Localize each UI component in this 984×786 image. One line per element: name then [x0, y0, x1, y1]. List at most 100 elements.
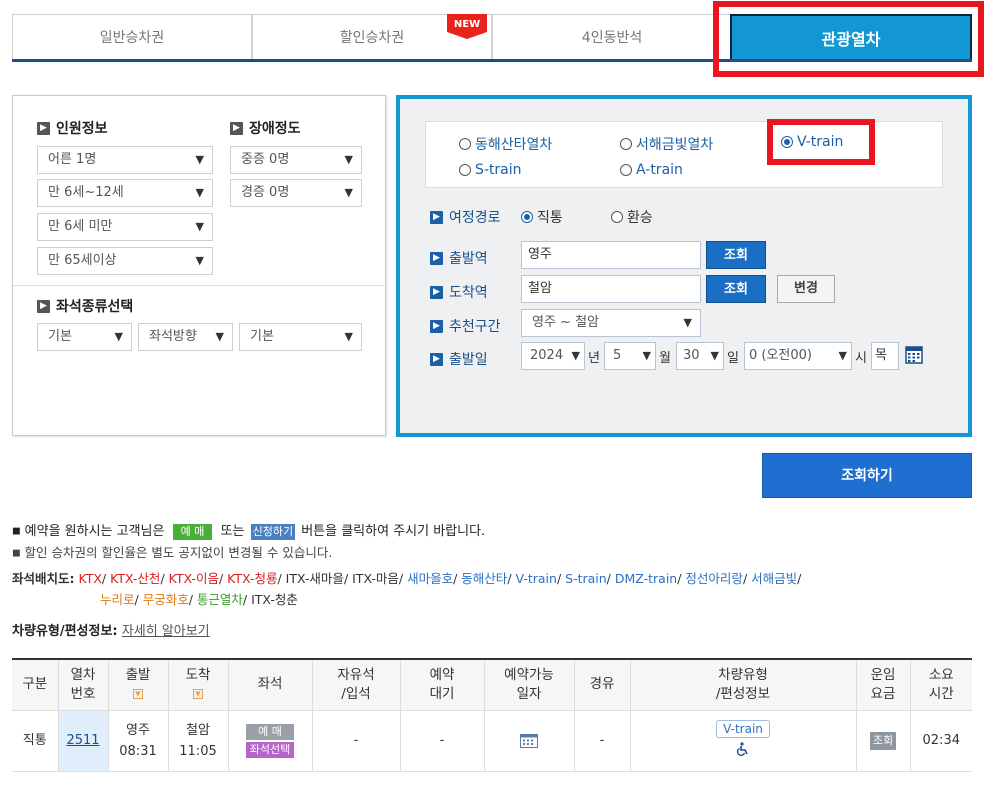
adult-count-select[interactable]: 어른 1명 ▼: [37, 146, 213, 174]
radio-a-train[interactable]: A-train: [620, 162, 683, 178]
button-label: 조회하기: [841, 468, 893, 484]
arrival-lookup-button[interactable]: 조회: [706, 275, 766, 303]
radio-label: S-train: [475, 162, 522, 178]
seat-layout-link[interactable]: ITX-마음: [352, 571, 399, 586]
seat-layout-link[interactable]: KTX-이음: [169, 571, 219, 586]
seat-kind-select[interactable]: 기본 ▼: [37, 323, 132, 351]
departure-lookup-button[interactable]: 조회: [706, 241, 766, 269]
table-header-cell: 자유석/입석: [311, 659, 401, 711]
table-header-cell: 좌석: [227, 659, 313, 711]
search-trains-button[interactable]: 조회하기: [762, 453, 972, 498]
departure-station-input[interactable]: 영주: [521, 241, 701, 269]
table-header-cell: 출발 ▼: [107, 659, 169, 711]
select-value: 경증 0명: [241, 185, 290, 200]
weekday-display: 목: [871, 342, 899, 370]
radio-route-direct[interactable]: 직통: [521, 207, 563, 227]
separator: /: [398, 571, 408, 586]
seat-layout-link[interactable]: DMZ-train: [615, 571, 677, 586]
select-value: 영주 ~ 철암: [532, 315, 599, 330]
year-select[interactable]: 2024 ▼: [521, 342, 585, 370]
radio-s-train[interactable]: S-train: [459, 162, 522, 178]
input-value: 철암: [528, 281, 552, 296]
separator: /: [242, 592, 252, 607]
select-value: 좌석방향: [149, 329, 197, 344]
vehicle-info-link[interactable]: 자세히 알아보기: [122, 624, 210, 639]
swap-stations-button[interactable]: 변경: [777, 275, 835, 303]
radio-icon: [620, 164, 632, 176]
vehicle-info: 차량유형/편성정보: 자세히 알아보기: [12, 620, 210, 639]
tab-four-companion-seat[interactable]: 4인동반석: [492, 14, 732, 59]
child-count-select[interactable]: 만 6세~12세 ▼: [37, 179, 213, 207]
seat-layout-link[interactable]: KTX-산천: [110, 571, 160, 586]
vehicle-type-link[interactable]: V-train: [716, 719, 770, 738]
severe-disability-select[interactable]: 중증 0명 ▼: [230, 146, 362, 174]
train-number-link[interactable]: 2511: [58, 710, 108, 771]
recommend-label: ▶ 추천구간: [430, 316, 501, 336]
radio-donghae-santa[interactable]: 동해산타열차: [459, 134, 552, 154]
passenger-info-label: 인원정보: [56, 121, 108, 137]
recommend-route-select[interactable]: 영주 ~ 철암 ▼: [521, 309, 701, 337]
seat-layout-link[interactable]: ITX-청춘: [251, 592, 298, 607]
notice-discount: ■ 할인 승차권의 할인율은 별도 공지없이 변경될 수 있습니다.: [12, 542, 332, 561]
calendar-icon[interactable]: [905, 346, 923, 364]
arrow-right-icon: ▶: [430, 319, 443, 333]
seat-direction-select[interactable]: 좌석방향 ▼: [138, 323, 233, 351]
seat-layout-link[interactable]: 무궁화호: [143, 592, 189, 607]
arr-time: 11:05: [179, 743, 217, 759]
seat-layout-link[interactable]: V-train: [516, 571, 557, 586]
seat-select-button[interactable]: 좌석선택: [245, 741, 295, 758]
seat-layout-link[interactable]: 새마을호: [407, 571, 453, 586]
tab-general-ticket[interactable]: 일반승차권: [12, 14, 252, 59]
seat-layout-links: 좌석배치도: KTX/ KTX-산천/ KTX-이음/ KTX-청룡/ ITX-…: [12, 568, 972, 610]
seat-layout-link[interactable]: KTX-청룡: [227, 571, 277, 586]
header-text: 소요: [928, 666, 954, 683]
seat-layout-link[interactable]: S-train: [565, 571, 607, 586]
mild-disability-select[interactable]: 경증 0명 ▼: [230, 179, 362, 207]
calendar-icon[interactable]: [520, 733, 538, 748]
header-text: 출발: [125, 666, 151, 683]
chevron-down-icon: ▼: [344, 186, 353, 199]
infant-count-select[interactable]: 만 6세 미만 ▼: [37, 213, 213, 241]
row-train-no-cell: 2511: [57, 709, 109, 772]
seat-layout-link[interactable]: 누리로: [100, 592, 135, 607]
seat-layout-link[interactable]: KTX: [78, 571, 101, 586]
seat-option-select[interactable]: 기본 ▼: [239, 323, 362, 351]
disability-title: ▶ 장애정도: [230, 118, 301, 138]
date-label-text: 출발일: [449, 352, 488, 368]
seat-layout-link[interactable]: 서해금빛: [751, 571, 797, 586]
select-value: 2024: [530, 348, 564, 363]
senior-count-select[interactable]: 만 65세이상 ▼: [37, 247, 213, 275]
hour-select[interactable]: 0 (오전00) ▼: [744, 342, 852, 370]
arrow-right-icon: ▶: [230, 121, 243, 135]
seat-layout-link[interactable]: 동해산타: [461, 571, 507, 586]
passenger-info-title: ▶ 인원정보: [37, 118, 108, 138]
select-value: 어른 1명: [48, 152, 97, 167]
wheelchair-icon: [736, 741, 748, 756]
row-departure: 영주 08:31: [107, 709, 169, 772]
separator: /: [277, 571, 286, 586]
header-text: 차량유형: [718, 666, 768, 683]
reserve-button[interactable]: 예 매: [246, 723, 294, 740]
date-label: ▶ 출발일: [430, 349, 488, 369]
radio-seohae-geumbit[interactable]: 서해금빛열차: [620, 134, 713, 154]
notice-text: 할인 승차권의 할인율은 별도 공지없이 변경될 수 있습니다.: [24, 545, 333, 560]
day-select[interactable]: 30 ▼: [676, 342, 724, 370]
sort-dropdown-icon[interactable]: ▼: [133, 688, 143, 699]
arrival-station-input[interactable]: 철암: [521, 275, 701, 303]
sort-dropdown-icon[interactable]: ▼: [193, 688, 203, 699]
radio-route-transfer[interactable]: 환승: [611, 207, 653, 227]
panel-divider: [13, 285, 385, 286]
seat-type-title: ▶ 좌석종류선택: [37, 296, 133, 316]
arrow-right-icon: ▶: [430, 251, 443, 265]
seat-layout-link[interactable]: 통근열차: [197, 592, 243, 607]
seat-layout-link[interactable]: 정선아리랑: [685, 571, 743, 586]
tab-label: 일반승차권: [99, 30, 165, 46]
arrow-right-icon: ▶: [37, 121, 50, 135]
dep-time: 08:31: [119, 743, 157, 759]
seat-layout-link[interactable]: ITX-새마을: [286, 571, 344, 586]
button-label: 변경: [794, 281, 818, 296]
separator: /: [797, 571, 802, 586]
header-text: 일자: [516, 685, 542, 702]
month-select[interactable]: 5 ▼: [604, 342, 656, 370]
fare-lookup-button[interactable]: 조회: [869, 732, 897, 750]
